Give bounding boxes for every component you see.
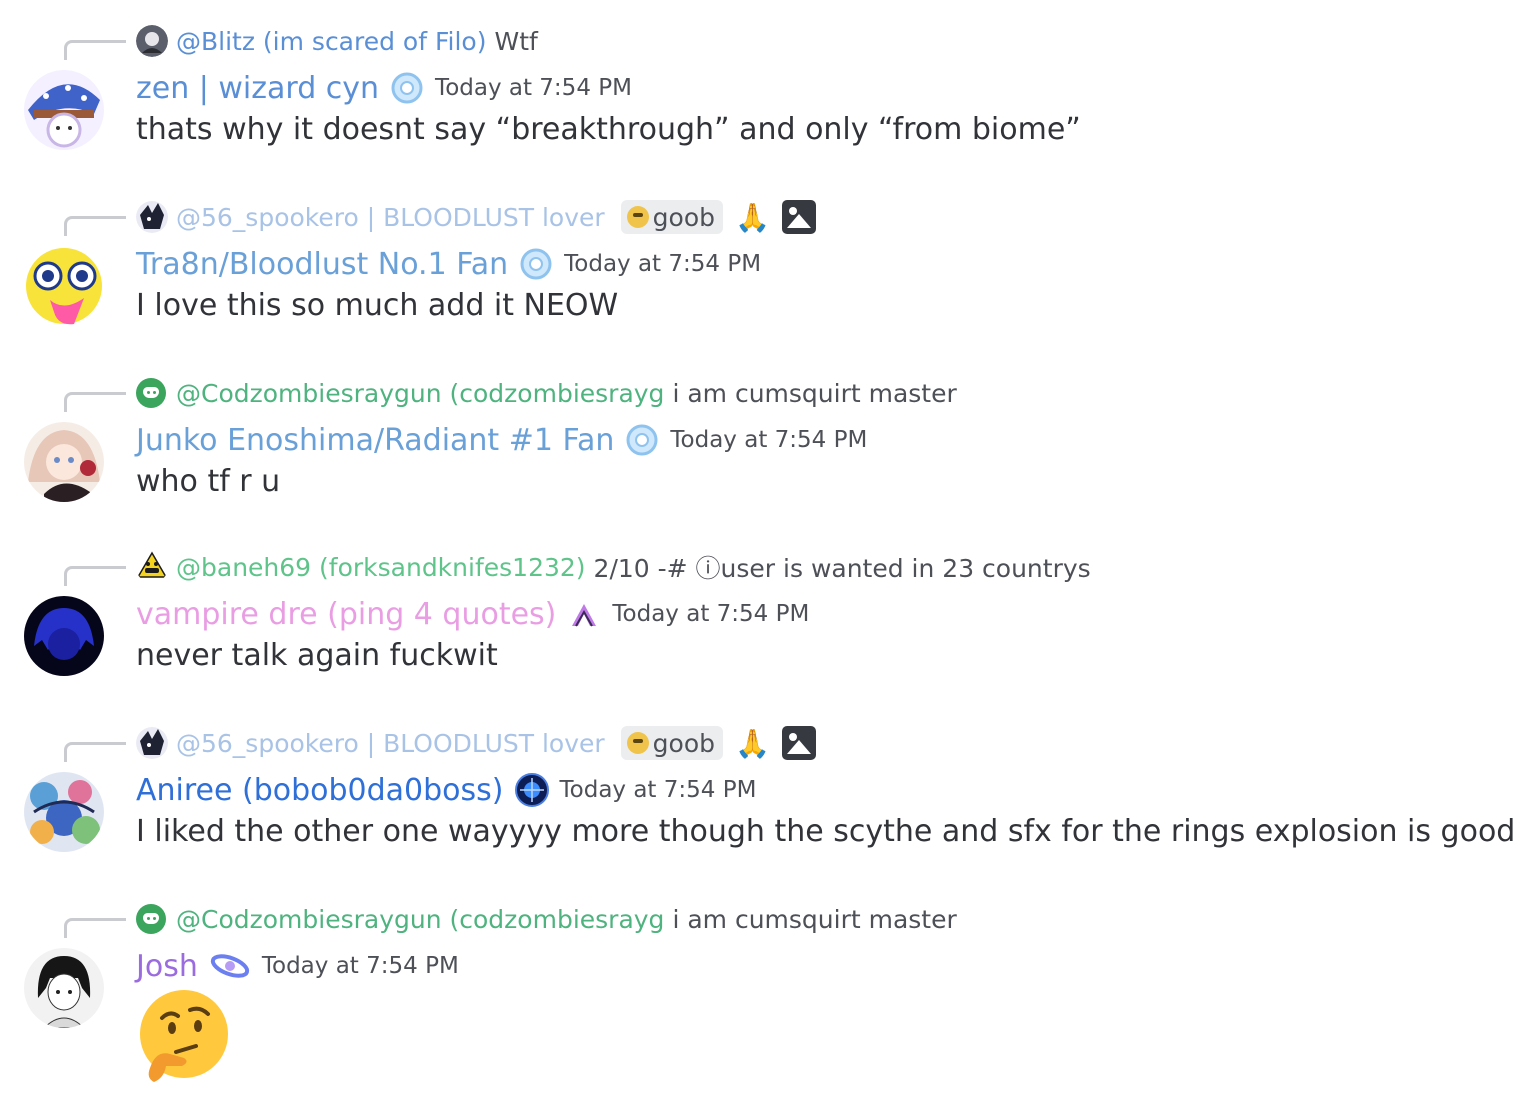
reply-preview[interactable]: @56_spookero | BLOODLUST lover goob 🙏 <box>136 726 816 760</box>
message-content: never talk again fuckwit <box>136 638 498 673</box>
reply-username[interactable]: @baneh69 (forksandknifes1232) <box>176 553 586 582</box>
message: @Blitz (im scared of Filo) Wtf zen | wiz… <box>0 0 1528 170</box>
message-header: Josh Today at 7:54 PM <box>136 946 459 986</box>
username[interactable]: vampire dre (ping 4 quotes) <box>136 597 556 632</box>
reply-username[interactable]: @56_spookero | BLOODLUST lover <box>176 729 605 758</box>
reply-spine <box>64 566 126 586</box>
pray-emoji-icon: 🙏 <box>735 200 770 234</box>
reply-spine <box>64 742 126 762</box>
message-header: Tra8n/Bloodlust No.1 Fan Today at 7:54 P… <box>136 244 761 284</box>
timestamp: Today at 7:54 PM <box>670 427 868 453</box>
reply-text[interactable]: i am cumsquirt master <box>672 379 956 408</box>
message: @Codzombiesraygun (codzombiesrayg i am c… <box>0 878 1528 1113</box>
avatar[interactable] <box>24 596 104 676</box>
avatar[interactable] <box>24 422 104 502</box>
username[interactable]: zen | wizard cyn <box>136 71 379 106</box>
reply-text[interactable]: Wtf <box>494 27 537 56</box>
timestamp: Today at 7:54 PM <box>559 777 757 803</box>
message: @baneh69 (forksandknifes1232) 2/10 -# ⓘu… <box>0 526 1528 696</box>
skull-icon <box>626 732 649 754</box>
reply-spine <box>64 392 126 412</box>
message: @Codzombiesraygun (codzombiesrayg i am c… <box>0 352 1528 522</box>
message-header: zen | wizard cyn Today at 7:54 PM <box>136 68 632 108</box>
reply-username[interactable]: @56_spookero | BLOODLUST lover <box>176 203 605 232</box>
reply-avatar[interactable] <box>136 551 168 583</box>
reply-username[interactable]: @Blitz (im scared of Filo) <box>176 27 486 56</box>
avatar[interactable] <box>24 246 104 326</box>
reply-text[interactable]: 2/10 -# ⓘuser is wanted in 23 countrys <box>594 549 1091 585</box>
reply-preview[interactable]: @Codzombiesraygun (codzombiesrayg i am c… <box>136 376 957 410</box>
reply-preview[interactable]: @56_spookero | BLOODLUST lover goob 🙏 <box>136 200 816 234</box>
message: @56_spookero | BLOODLUST lover goob 🙏 An… <box>0 702 1528 872</box>
timestamp: Today at 7:54 PM <box>564 251 762 277</box>
username[interactable]: Tra8n/Bloodlust No.1 Fan <box>136 247 508 282</box>
reply-username[interactable]: @Codzombiesraygun (codzombiesrayg <box>176 379 664 408</box>
reply-text[interactable]: i am cumsquirt master <box>672 905 956 934</box>
message-content: who tf r u <box>136 464 281 499</box>
boost-badge-icon[interactable] <box>624 422 660 458</box>
galaxy-ring-icon[interactable] <box>208 948 252 984</box>
reply-avatar[interactable] <box>136 201 168 233</box>
reply-spine <box>64 918 126 938</box>
clan-tag[interactable]: goob <box>620 726 724 760</box>
clan-tag-label: goob <box>652 728 716 758</box>
reply-avatar[interactable] <box>136 727 168 759</box>
discord-default-avatar-icon[interactable] <box>136 378 166 408</box>
reply-spine <box>64 216 126 236</box>
thinking-face-icon <box>140 990 228 1082</box>
username[interactable]: Aniree (bobob0da0boss) <box>136 773 504 808</box>
message-content: thats why it doesnt say “breakthrough” a… <box>136 112 1081 147</box>
reply-preview[interactable]: @baneh69 (forksandknifes1232) 2/10 -# ⓘu… <box>136 550 1091 584</box>
skull-icon <box>626 206 649 228</box>
reply-username[interactable]: @Codzombiesraygun (codzombiesrayg <box>176 905 664 934</box>
boost-badge-icon[interactable] <box>389 70 425 106</box>
reply-spine <box>64 40 126 60</box>
message: @56_spookero | BLOODLUST lover goob 🙏 Tr… <box>0 176 1528 346</box>
timestamp: Today at 7:54 PM <box>435 75 632 101</box>
orb-badge-icon[interactable] <box>514 772 550 808</box>
image-attachment-icon[interactable] <box>781 200 816 234</box>
pray-emoji-icon: 🙏 <box>735 726 770 760</box>
boost-badge-icon[interactable] <box>518 246 554 282</box>
message-content: I love this so much add it NEOW <box>136 288 619 323</box>
image-attachment-icon[interactable] <box>781 726 816 760</box>
chevron-rank-icon[interactable] <box>566 596 602 632</box>
avatar[interactable] <box>24 948 104 1028</box>
clan-tag-label: goob <box>652 202 716 232</box>
username[interactable]: Junko Enoshima/Radiant #1 Fan <box>136 423 614 458</box>
username[interactable]: Josh <box>136 949 198 984</box>
avatar[interactable] <box>24 70 104 150</box>
message-header: Junko Enoshima/Radiant #1 Fan Today at 7… <box>136 420 867 460</box>
reply-preview[interactable]: @Blitz (im scared of Filo) Wtf <box>136 24 538 58</box>
timestamp: Today at 7:54 PM <box>612 601 810 627</box>
clan-tag[interactable]: goob <box>620 200 724 234</box>
message-header: vampire dre (ping 4 quotes) Today at 7:5… <box>136 594 809 634</box>
reply-preview[interactable]: @Codzombiesraygun (codzombiesrayg i am c… <box>136 902 957 936</box>
message-content: I liked the other one wayyyy more though… <box>136 814 1516 849</box>
message-header: Aniree (bobob0da0boss) Today at 7:54 PM <box>136 770 756 810</box>
discord-default-avatar-icon[interactable] <box>136 904 166 934</box>
reply-avatar[interactable] <box>136 25 168 57</box>
timestamp: Today at 7:54 PM <box>261 953 459 979</box>
avatar[interactable] <box>24 772 104 852</box>
